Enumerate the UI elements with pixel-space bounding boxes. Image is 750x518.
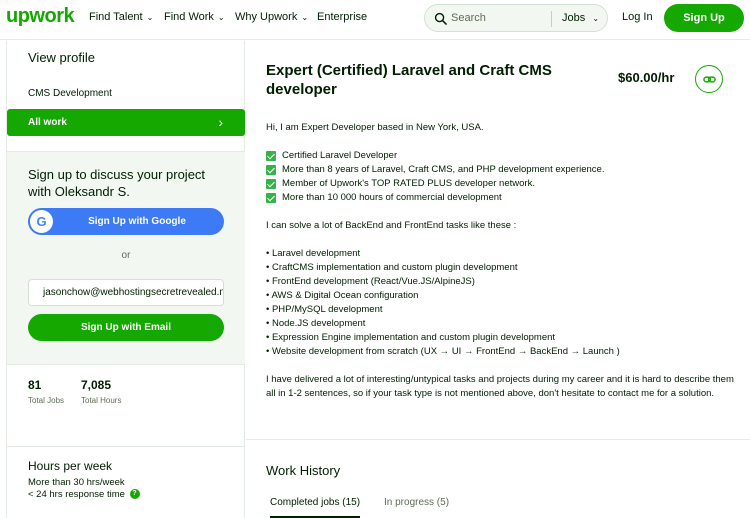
specialization-link[interactable]: CMS Development [28, 88, 112, 99]
stat-label: Total Hours [81, 396, 122, 405]
google-signup-label: Sign Up with Google [88, 216, 186, 227]
chevron-down-icon: ⌄ [592, 14, 600, 23]
response-time-row: < 24 hrs response time ? [28, 489, 140, 500]
nav-why-upwork[interactable]: Why Upwork ⌄ [235, 11, 308, 23]
or-divider: or [121, 250, 131, 261]
nav-find-talent-label: Find Talent [89, 11, 143, 23]
check-item: More than 10 000 hours of commercial dev… [266, 191, 736, 205]
search-divider [551, 11, 552, 27]
tab-completed-jobs[interactable]: Completed jobs (15) [270, 497, 361, 518]
task-item: • Node.JS development [266, 318, 366, 329]
all-work-button[interactable]: All work › [7, 109, 245, 136]
link-icon [703, 76, 716, 83]
task-item: • AWS & Digital Ocean configuration [266, 290, 419, 301]
hours-per-week: Hours per week More than 30 hrs/week < 2… [28, 459, 140, 500]
main-content: Expert (Certified) Laravel and Craft CMS… [246, 41, 750, 518]
task-item: • CraftCMS implementation and custom plu… [266, 262, 518, 273]
check-item-text: Certified Laravel Developer [282, 150, 398, 161]
response-time-text: < 24 hrs response time [28, 489, 125, 500]
stat-total-hours: 7,085 Total Hours [81, 378, 121, 405]
help-icon[interactable]: ? [129, 489, 140, 500]
task-item: • Website development from scratch (UX →… [266, 346, 620, 357]
task-item: • Expression Engine implementation and c… [266, 332, 556, 343]
top-header: upwork Find Talent ⌄ Find Work ⌄ Why Upw… [0, 0, 750, 40]
view-profile-heading: View profile [28, 50, 95, 65]
tab-in-progress[interactable]: In progress (5) [384, 497, 449, 516]
work-history-title: Work History [266, 463, 341, 478]
profile-description: Hi, I am Expert Developer based in New Y… [266, 121, 736, 401]
copy-link-button[interactable] [695, 65, 723, 93]
chevron-down-icon: ⌄ [146, 12, 154, 22]
search-scope-dropdown[interactable]: Jobs ⌄ [562, 12, 599, 24]
google-signup-button[interactable]: G Sign Up with Google [28, 208, 224, 235]
check-item-text: More than 8 years of Laravel, Craft CMS,… [282, 164, 605, 175]
check-item-text: Member of Upwork's TOP RATED PLUS develo… [282, 178, 535, 189]
nav-find-work[interactable]: Find Work ⌄ [164, 11, 225, 23]
nav-why-upwork-label: Why Upwork [235, 11, 298, 23]
check-item: Certified Laravel Developer [266, 149, 736, 163]
signup-panel: Sign up to discuss your project with Ole… [7, 151, 245, 365]
signup-title: Sign up to discuss your project with Ole… [28, 167, 206, 199]
nav-enterprise-label: Enterprise [317, 11, 368, 23]
checkmark-icon [266, 151, 276, 161]
tasks-intro: I can solve a lot of BackEnd and FrontEn… [266, 220, 517, 231]
login-link[interactable]: Log In [622, 11, 653, 23]
stat-value: 81 [28, 378, 42, 392]
checkmark-icon [266, 193, 276, 203]
chevron-down-icon: ⌄ [217, 12, 225, 22]
search-input[interactable]: Search [451, 12, 486, 24]
nav-find-talent[interactable]: Find Talent ⌄ [89, 11, 153, 23]
stat-value: 7,085 [81, 378, 112, 392]
stat-total-jobs: 81 Total Jobs [28, 378, 64, 405]
nav-find-work-label: Find Work [164, 11, 214, 23]
checkmark-icon [266, 179, 276, 189]
hourly-rate: $60.00/hr [618, 70, 675, 85]
checkmark-icon [266, 165, 276, 175]
search-bar[interactable]: Search Jobs ⌄ [424, 4, 608, 32]
check-item: More than 8 years of Laravel, Craft CMS,… [266, 163, 736, 177]
stat-label: Total Jobs [28, 396, 65, 405]
intro-text: Hi, I am Expert Developer based in New Y… [266, 122, 484, 133]
profile-sidebar: View profile CMS Development All work › … [6, 41, 245, 518]
email-field[interactable]: jasonchow@webhostingsecretrevealed.net [28, 279, 224, 306]
signup-button[interactable]: Sign Up [664, 4, 744, 32]
search-icon [434, 12, 447, 25]
section-divider [246, 439, 750, 440]
chevron-down-icon: ⌄ [301, 12, 309, 22]
task-item: • Laravel development [266, 248, 361, 259]
closing-text: I have delivered a lot of interesting/un… [266, 374, 734, 399]
stats-section: 81 Total Jobs 7,085 Total Hours [7, 365, 245, 447]
availability-text: More than 30 hrs/week [28, 477, 125, 488]
nav-enterprise[interactable]: Enterprise [317, 11, 367, 23]
profile-title: Expert (Certified) Laravel and Craft CMS… [266, 62, 552, 98]
check-item-text: More than 10 000 hours of commercial dev… [282, 192, 502, 203]
search-scope-label: Jobs [562, 12, 586, 24]
hours-per-week-title: Hours per week [28, 459, 113, 473]
all-work-label: All work [28, 117, 67, 128]
task-item: • FrontEnd development (React/Vue.JS/Alp… [266, 276, 475, 287]
chevron-right-icon: › [218, 114, 223, 130]
check-item: Member of Upwork's TOP RATED PLUS develo… [266, 177, 736, 191]
upwork-logo[interactable]: upwork [6, 5, 75, 28]
task-item: • PHP/MySQL development [266, 304, 383, 315]
email-signup-button[interactable]: Sign Up with Email [28, 314, 224, 341]
